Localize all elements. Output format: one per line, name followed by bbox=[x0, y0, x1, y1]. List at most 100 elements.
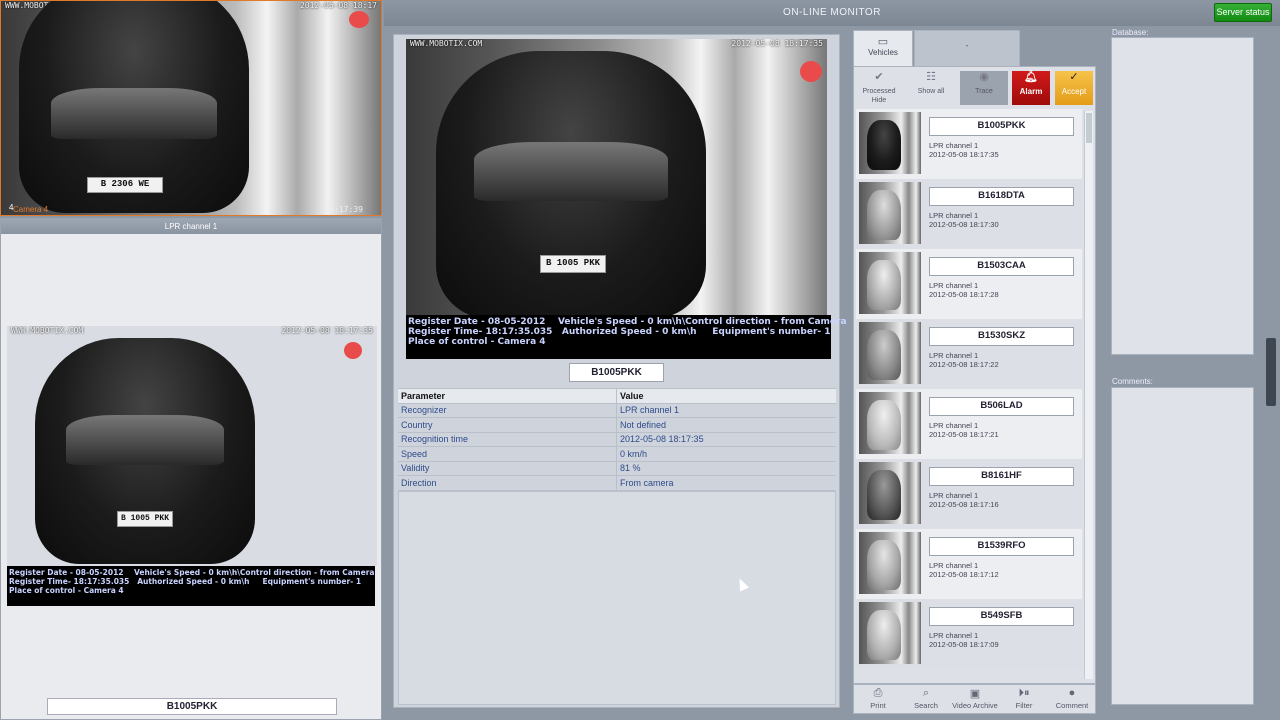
record-indicator bbox=[800, 61, 822, 82]
lpr-overlay: WWW.MOBOTIX.COM 2012-05-08 18:17:35 bbox=[7, 326, 377, 335]
info-line: Place of control - Camera 4 bbox=[9, 586, 124, 595]
plate-button[interactable]: B1618DTA bbox=[929, 187, 1074, 206]
list-item[interactable]: B549SFB LPR channel 1 2012-05-08 18:17:0… bbox=[856, 599, 1082, 669]
item-time: 2012-05-08 18:17:30 bbox=[929, 220, 999, 229]
tab-secondary[interactable]: - bbox=[914, 30, 1020, 67]
info-line: Place of control - Camera 4 bbox=[408, 337, 546, 347]
plate-button[interactable]: B549SFB bbox=[929, 607, 1074, 626]
info-line: Register Time- 18:17:35.035 Authorized S… bbox=[408, 327, 831, 337]
database-label: Database: bbox=[1112, 28, 1149, 37]
camera-time: 18:17:39 bbox=[324, 205, 363, 214]
server-status-button[interactable]: Server status bbox=[1214, 3, 1272, 22]
table-row: Speed 0 km/h bbox=[398, 446, 836, 462]
tool-label: Accept bbox=[1061, 87, 1087, 96]
check-icon: ✔ bbox=[874, 71, 884, 83]
plate-button[interactable]: B1005PKK bbox=[929, 117, 1074, 136]
vehicle-thumbnail bbox=[859, 112, 921, 174]
vehicle-thumbnail bbox=[859, 322, 921, 384]
lpr-snapshot[interactable]: WWW.MOBOTIX.COM 2012-05-08 18:17:35 B 10… bbox=[7, 326, 377, 566]
item-channel: LPR channel 1 bbox=[929, 351, 979, 360]
vehicle-image bbox=[436, 51, 706, 315]
column-header: Value bbox=[616, 388, 836, 404]
list-item[interactable]: B1503CAA LPR channel 1 2012-05-08 18:17:… bbox=[856, 249, 1082, 319]
param-name: Country bbox=[398, 417, 617, 433]
table-row: Recognizer LPR channel 1 bbox=[398, 403, 836, 418]
tool-label: Alarm bbox=[1019, 87, 1043, 96]
center-info-overlay: Register Date - 08-05-2012 Vehicle's Spe… bbox=[406, 315, 847, 359]
checkmark-icon: ✓ bbox=[1069, 71, 1079, 83]
param-value: 81 % bbox=[616, 461, 836, 476]
processed-hide-button[interactable]: ✔ Processed Hide bbox=[860, 71, 898, 105]
camera-label: Camera 4 bbox=[13, 205, 49, 214]
comment-button[interactable]: ● Comment bbox=[1048, 687, 1096, 710]
window-scrollbar[interactable] bbox=[1266, 338, 1276, 406]
printer-icon: ⎙ bbox=[873, 687, 883, 699]
license-plate: B 2306 WE bbox=[87, 177, 163, 193]
plate-button[interactable]: B506LAD bbox=[929, 397, 1074, 416]
table-row: Recognition time 2012-05-08 18:17:35 bbox=[398, 432, 836, 447]
item-time: 2012-05-08 18:17:35 bbox=[929, 150, 999, 159]
license-plate: B 1005 PKK bbox=[117, 511, 173, 527]
list-icon: ☷ bbox=[926, 71, 936, 83]
list-item[interactable]: B8161HF LPR channel 1 2012-05-08 18:17:1… bbox=[856, 459, 1082, 529]
list-item[interactable]: B1530SKZ LPR channel 1 2012-05-08 18:17:… bbox=[856, 319, 1082, 389]
plate-button[interactable]: B1530SKZ bbox=[929, 327, 1074, 346]
database-box[interactable] bbox=[1111, 37, 1254, 355]
param-name: Validity bbox=[398, 461, 617, 476]
lpr-plate-result: B1005PKK bbox=[47, 698, 337, 715]
tab-vehicles[interactable]: ▭ Vehicles bbox=[853, 30, 913, 67]
list-item[interactable]: B1005PKK LPR channel 1 2012-05-08 18:17:… bbox=[856, 109, 1082, 179]
vehicle-image bbox=[35, 338, 255, 564]
center-snapshot[interactable]: WWW.MOBOTIX.COM 2012-05-08 18:17:35 B 10… bbox=[406, 39, 827, 315]
license-plate: B 1005 PKK bbox=[540, 255, 606, 273]
window-title: ON-LINE MONITOR bbox=[783, 7, 881, 18]
video-archive-button[interactable]: ▣ Video Archive bbox=[950, 687, 1000, 710]
tool-label: Trace bbox=[975, 88, 993, 95]
center-timestamp: 2012-05-08 18:17:35 bbox=[731, 39, 823, 48]
list-item[interactable]: B1618DTA LPR channel 1 2012-05-08 18:17:… bbox=[856, 179, 1082, 249]
item-time: 2012-05-08 18:17:16 bbox=[929, 500, 999, 509]
print-button[interactable]: ⎙ Print bbox=[854, 687, 902, 710]
list-item[interactable]: B1539RFO LPR channel 1 2012-05-08 18:17:… bbox=[856, 529, 1082, 599]
speech-bubble-icon: ● bbox=[1068, 687, 1076, 699]
parameters-table: Parameter Value Recognizer LPR channel 1 … bbox=[398, 388, 836, 491]
plate-button[interactable]: B8161HF bbox=[929, 467, 1074, 486]
show-all-button[interactable]: ☷ Show all bbox=[912, 71, 950, 105]
vehicles-panel: ✔ Processed Hide ☷ Show all ◉ Trace 🔔︎ A… bbox=[853, 66, 1096, 684]
plate-button[interactable]: B1539RFO bbox=[929, 537, 1074, 556]
filter-button[interactable]: ⏵⏸ Filter bbox=[1000, 687, 1048, 710]
plate-button[interactable]: B1503CAA bbox=[929, 257, 1074, 276]
search-button[interactable]: ⌕ Search bbox=[902, 687, 950, 710]
item-time: 2012-05-08 18:17:22 bbox=[929, 360, 999, 369]
tool-label: Search bbox=[914, 701, 938, 710]
table-row: Validity 81 % bbox=[398, 461, 836, 476]
monitor-icon: ▭ bbox=[877, 36, 889, 48]
info-line: Register Date - 08-05-2012 Vehicle's Spe… bbox=[408, 317, 847, 327]
search-icon: ⌕ bbox=[922, 687, 930, 699]
accept-button[interactable]: ✓ Accept bbox=[1055, 71, 1093, 105]
scrollbar-thumb[interactable] bbox=[1086, 113, 1092, 143]
param-value: LPR channel 1 bbox=[616, 403, 836, 418]
film-icon: ▣ bbox=[969, 688, 981, 700]
vehicle-thumbnail bbox=[859, 392, 921, 454]
camera-4-view[interactable]: WWW.MOBOTIX.COM 2012-05-08 18:17 B 2306 … bbox=[0, 0, 382, 216]
item-channel: LPR channel 1 bbox=[929, 631, 979, 640]
param-value: Not defined bbox=[616, 417, 836, 433]
title-bar: ON-LINE MONITOR Server status bbox=[384, 0, 1280, 26]
lpr-channel-panel: LPR channel 1 WWW.MOBOTIX.COM 2012-05-08… bbox=[0, 218, 382, 720]
comments-box[interactable] bbox=[1111, 387, 1254, 705]
vehicle-list: B1005PKK LPR channel 1 2012-05-08 18:17:… bbox=[856, 109, 1082, 681]
lpr-info-overlay: Register Date - 08-05-2012 Vehicle's Spe… bbox=[7, 566, 375, 606]
param-name: Speed bbox=[398, 446, 617, 462]
trace-button[interactable]: ◉ Trace bbox=[960, 71, 1008, 105]
lpr-panel-title: LPR channel 1 bbox=[1, 219, 381, 234]
vehicle-thumbnail bbox=[859, 602, 921, 664]
list-item[interactable]: B506LAD LPR channel 1 2012-05-08 18:17:2… bbox=[856, 389, 1082, 459]
vehicle-list-scrollbar[interactable] bbox=[1084, 111, 1093, 679]
tab-label: - bbox=[965, 41, 969, 50]
tab-label: Vehicles bbox=[868, 48, 898, 57]
alarm-button[interactable]: 🔔︎ Alarm bbox=[1012, 71, 1050, 105]
tool-label: Processed Hide bbox=[862, 88, 896, 104]
param-value: 0 km/h bbox=[616, 446, 836, 462]
target-icon: ◉ bbox=[979, 71, 989, 83]
